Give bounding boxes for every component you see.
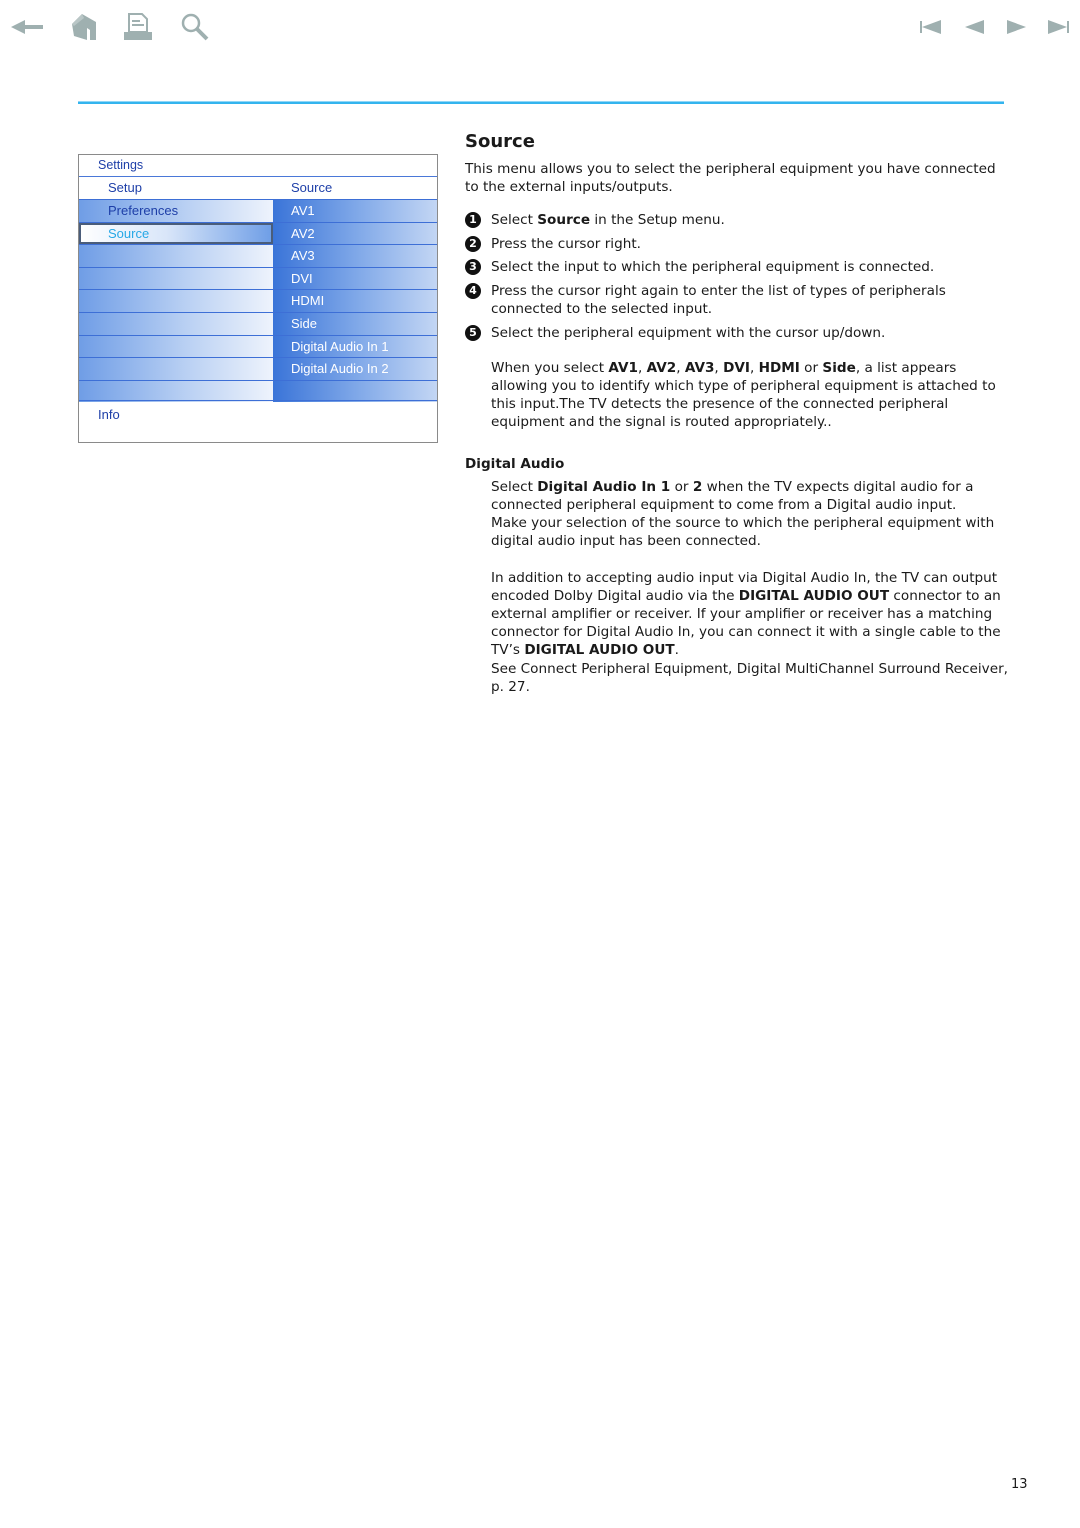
menu-right-header: Source (291, 180, 333, 195)
menu-divider (79, 176, 437, 177)
digital-audio-paragraph-1: Select Digital Audio In 1 or 2 when the … (491, 478, 974, 514)
menu-item-av1[interactable]: AV1 (273, 200, 437, 222)
digital-audio-paragraph-3: In addition to accepting audio input via… (491, 569, 1001, 659)
step-item: 4 Press the cursor right again to enter … (465, 282, 1010, 318)
page-number: 13 (1011, 1477, 1028, 1492)
menu-item-empty (79, 335, 273, 358)
step-item: 1 Select Source in the Setup menu. (465, 211, 1010, 229)
section-title: Source (465, 131, 535, 152)
print-icon[interactable] (121, 10, 155, 44)
digital-audio-paragraph-2: Make your selection of the source to whi… (491, 515, 995, 550)
menu-info-label: Info (98, 407, 120, 422)
menu-row: Preferences AV1 (79, 199, 437, 222)
menu-title: Settings (98, 158, 144, 172)
cross-reference-paragraph: See Connect Peripheral Equipment, Digita… (491, 660, 1008, 695)
step-number-icon: 5 (465, 324, 481, 341)
step-number-icon: 2 (465, 235, 481, 252)
note-paragraph: When you select AV1, AV2, AV3, DVI, HDMI… (491, 359, 996, 431)
menu-item-empty (79, 312, 273, 335)
menu-row: Digital Audio In 2 (79, 357, 437, 380)
step-item: 3 Select the input to which the peripher… (465, 258, 1010, 276)
menu-item-digital-audio-in-2[interactable]: Digital Audio In 2 (273, 358, 437, 380)
menu-item-empty (79, 290, 273, 312)
menu-item-av3[interactable]: AV3 (273, 245, 437, 267)
menu-divider (79, 400, 437, 401)
menu-item-empty (79, 267, 273, 290)
menu-row-blank (79, 379, 437, 403)
menu-row: Digital Audio In 1 (79, 334, 437, 358)
menu-item-empty (79, 245, 273, 267)
first-page-icon[interactable] (918, 10, 944, 44)
digital-audio-heading: Digital Audio (465, 455, 565, 472)
intro-paragraph: This menu allows you to select the perip… (465, 161, 996, 196)
step-number-icon: 3 (465, 259, 481, 276)
step-number-icon: 1 (465, 212, 481, 229)
menu-item-source-selected[interactable]: Source (79, 222, 273, 245)
menu-item-digital-audio-in-1[interactable]: Digital Audio In 1 (273, 335, 437, 358)
source-section: Source This menu allows you to select th… (465, 130, 1010, 696)
step-number-icon: 4 (465, 282, 481, 299)
tv-settings-menu: Settings Setup Source Preferences AV1 So… (78, 154, 438, 443)
menu-item-dvi[interactable]: DVI (273, 267, 437, 290)
steps-list: 1 Select Source in the Setup menu. 2 Pre… (465, 211, 1010, 341)
search-icon[interactable] (178, 10, 212, 44)
menu-item-preferences[interactable]: Preferences (79, 200, 273, 222)
menu-row: HDMI (79, 289, 437, 312)
header-rule (78, 101, 1004, 104)
last-page-icon[interactable] (1046, 10, 1072, 44)
menu-left-header: Setup (108, 180, 142, 195)
step-item: 2 Press the cursor right. (465, 235, 1010, 253)
step-item: 5 Select the peripheral equipment with t… (465, 324, 1010, 342)
menu-item-av2[interactable]: AV2 (273, 222, 437, 245)
home-icon[interactable] (68, 10, 100, 44)
menu-item-hdmi[interactable]: HDMI (273, 290, 437, 312)
next-page-icon[interactable] (1004, 10, 1028, 44)
menu-item-side[interactable]: Side (273, 312, 437, 335)
menu-row: AV3 (79, 244, 437, 267)
previous-page-icon[interactable] (963, 10, 987, 44)
back-arrow-icon[interactable] (10, 10, 46, 44)
menu-rows: Preferences AV1 Source AV2 AV3 DVI HDMI … (79, 199, 437, 403)
menu-row: Side (79, 311, 437, 335)
menu-row: Source AV2 (79, 221, 437, 245)
menu-item-empty (79, 358, 273, 380)
menu-row: DVI (79, 266, 437, 290)
